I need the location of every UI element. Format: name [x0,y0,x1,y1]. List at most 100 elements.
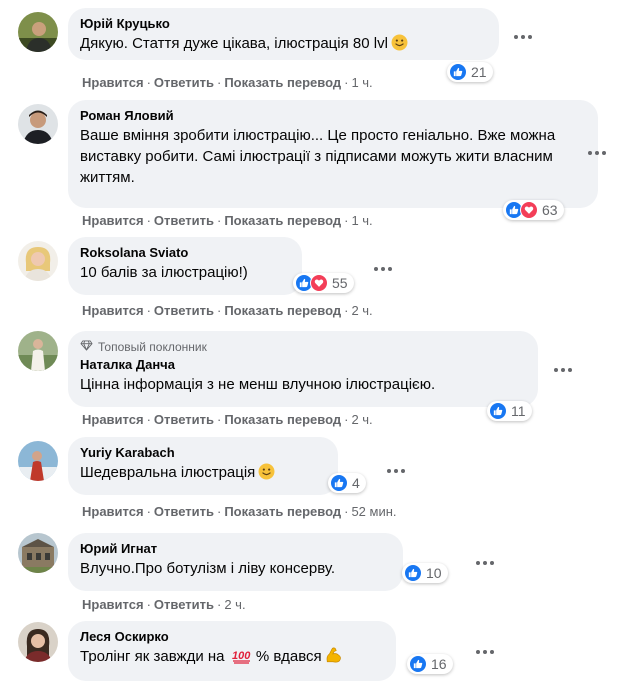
slightly-smiling-face-icon [391,34,408,57]
flexed-biceps-icon [325,646,343,670]
comment-text: Цінна інформація з не менш влучною ілюст… [80,376,436,393]
reactions-summary[interactable]: 10 [402,563,448,583]
more-options-icon[interactable] [368,259,398,279]
top-fan-label: Топовый поклонник [98,340,207,354]
avatar[interactable] [18,241,58,281]
comment-timestamp[interactable]: 2 ч. [351,303,372,318]
reaction-count: 55 [332,275,348,291]
more-options-icon[interactable] [508,27,538,47]
comment-author[interactable]: Roksolana Sviato [80,244,290,262]
like-link[interactable]: Нравится [82,504,144,519]
comment-author[interactable]: Роман Яловий [80,107,586,125]
comment-actions: Нравится · Ответить · Показать перевод · 1 ч. [82,75,373,90]
reactions-summary[interactable]: 63 [503,200,564,220]
translate-link[interactable]: Показать перевод [224,303,341,318]
comment-actions: Нравится · Ответить · Показать перевод · 2 ч. [82,303,373,318]
comment-author[interactable]: Наталка Данча [80,356,526,374]
comment-bubble: Yuriy Karabach Шедевральна ілюстрація [68,437,338,495]
svg-text:100: 100 [232,650,251,662]
comment-author[interactable]: Юрій Круцько [80,15,487,33]
avatar-photo [18,622,58,662]
diamond-icon [80,340,93,354]
avatar-photo [18,104,58,144]
avatar[interactable] [18,622,58,662]
reaction-count: 11 [511,403,526,419]
comment-timestamp[interactable]: 1 ч. [351,213,372,228]
reaction-count: 10 [426,565,442,581]
comment-actions: Нравится · Ответить · 2 ч. [82,597,246,612]
translate-link[interactable]: Показать перевод [224,75,341,90]
like-reaction-icon [449,63,467,81]
comment-bubble: Юрій Круцько Дякую. Стаття дуже цікава, … [68,8,499,60]
reply-link[interactable]: Ответить [154,75,214,90]
avatar-photo [18,533,58,573]
reaction-count: 4 [352,475,360,491]
comment-timestamp[interactable]: 2 ч. [224,597,245,612]
more-options-icon[interactable] [381,461,411,481]
reply-link[interactable]: Ответить [154,303,214,318]
like-link[interactable]: Нравится [82,303,144,318]
translate-link[interactable]: Показать перевод [224,412,341,427]
reply-link[interactable]: Ответить [154,597,214,612]
reactions-summary[interactable]: 21 [447,62,493,82]
slightly-smiling-face-icon [258,463,275,486]
avatar[interactable] [18,331,58,371]
comment-timestamp[interactable]: 2 ч. [351,412,372,427]
comment-author[interactable]: Леся Оскирко [80,628,384,646]
reactions-summary[interactable]: 11 [487,401,532,421]
avatar-photo [18,441,58,481]
like-link[interactable]: Нравится [82,412,144,427]
love-reaction-icon [310,274,328,292]
comment-actions: Нравится · Ответить · Показать перевод · 1 ч. [82,213,373,228]
comment-timestamp[interactable]: 1 ч. [351,75,372,90]
comment-text-part: % вдався [255,648,322,665]
100-points-icon: 100 [232,648,252,670]
comment-text-content: Шедевральна ілюстрація [80,464,256,481]
translate-link[interactable]: Показать перевод [224,213,341,228]
reactions-summary[interactable]: 55 [293,273,354,293]
like-link[interactable]: Нравится [82,597,144,612]
comment-text: Влучно.Про ботулізм і ліву консерву. [80,560,335,577]
more-options-icon[interactable] [582,143,612,163]
more-options-icon[interactable] [548,360,578,380]
comment-author[interactable]: Юрий Игнат [80,540,391,558]
reply-link[interactable]: Ответить [154,504,214,519]
avatar[interactable] [18,441,58,481]
reactions-summary[interactable]: 16 [407,654,453,674]
comment-timestamp[interactable]: 52 мин. [351,504,396,519]
more-options-icon[interactable] [470,642,500,662]
reaction-count: 63 [542,202,558,218]
comment-text: Ваше вміння зробити ілюстрацію... Це про… [80,127,556,186]
like-reaction-icon [409,655,427,673]
like-link[interactable]: Нравится [82,213,144,228]
avatar-photo [18,331,58,371]
translate-link[interactable]: Показать перевод [224,504,341,519]
comment-actions: Нравится · Ответить · Показать перевод · 52 ми… [82,504,397,519]
comment-text: Тролінг як завжди на 100 % вдався [80,646,384,670]
comment-bubble: Роман Яловий Ваше вміння зробити ілюстра… [68,100,598,208]
comment-text: Шедевральна ілюстрація [80,462,326,486]
like-reaction-icon [330,474,348,492]
reply-link[interactable]: Ответить [154,213,214,228]
top-fan-badge: Топовый поклонник [80,340,526,354]
avatar[interactable] [18,104,58,144]
reaction-count: 16 [431,656,447,672]
comment-author[interactable]: Yuriy Karabach [80,444,326,462]
avatar[interactable] [18,533,58,573]
comment-text-part: Тролінг як завжди на [80,648,225,665]
avatar[interactable] [18,12,58,52]
comment-bubble: Топовый поклонник Наталка Данча Цінна ін… [68,331,538,407]
reaction-count: 21 [471,64,487,80]
reactions-summary[interactable]: 4 [328,473,366,493]
comment-actions: Нравится · Ответить · Показать перевод · 2 ч. [82,412,373,427]
love-reaction-icon [520,201,538,219]
avatar-photo [18,241,58,281]
more-options-icon[interactable] [470,553,500,573]
reply-link[interactable]: Ответить [154,412,214,427]
comment-bubble: Юрий Игнат Влучно.Про ботулізм і ліву ко… [68,533,403,591]
comment-bubble: Roksolana Sviato 10 балів за ілюстрацію!… [68,237,302,295]
comment-text: 10 балів за ілюстрацію!) [80,264,248,281]
like-link[interactable]: Нравится [82,75,144,90]
comment-bubble: Леся Оскирко Тролінг як завжди на 100 % … [68,621,396,681]
avatar-photo [18,12,58,52]
